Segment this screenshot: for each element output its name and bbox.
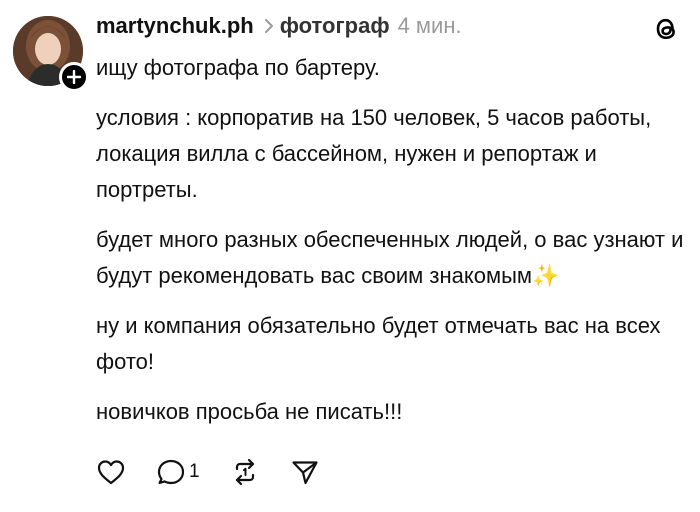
threads-logo-icon: [650, 13, 682, 45]
repost-icon: [235, 458, 254, 486]
post-header: martynchuk.ph фотограф 4 мин.: [96, 10, 462, 42]
send-icon: [291, 461, 318, 485]
post-actions: 1: [96, 455, 350, 489]
chevron-right-icon: [264, 18, 274, 34]
comment-icon: [157, 459, 185, 485]
share-button[interactable]: [290, 458, 320, 486]
post-body: ищу фотографа по бартеру. условия : корп…: [96, 50, 686, 444]
reply-count: 1: [189, 461, 200, 482]
post-paragraph: ну и компания обязательно будет отмечать…: [96, 313, 661, 374]
heart-icon: [97, 460, 125, 485]
author-username[interactable]: martynchuk.ph: [96, 13, 254, 39]
plus-icon: [67, 70, 81, 84]
like-button[interactable]: [96, 458, 126, 486]
thread-post: martynchuk.ph фотограф 4 мин. ищу фотогр…: [0, 0, 700, 512]
reply-button[interactable]: 1: [156, 458, 200, 486]
post-timestamp: 4 мин.: [397, 13, 462, 38]
author-avatar-container[interactable]: [13, 16, 89, 92]
post-paragraph: условия : корпоратив на 150 человек, 5 ч…: [96, 105, 652, 202]
topic-tag[interactable]: фотограф: [280, 13, 390, 39]
post-paragraph: будет много разных обеспеченных людей, о…: [96, 227, 684, 288]
post-paragraph: новичков просьба не писать!!!: [96, 399, 403, 424]
post-paragraph: ищу фотографа по бартеру.: [96, 55, 380, 80]
follow-button[interactable]: [59, 62, 89, 92]
repost-button[interactable]: [230, 458, 260, 486]
